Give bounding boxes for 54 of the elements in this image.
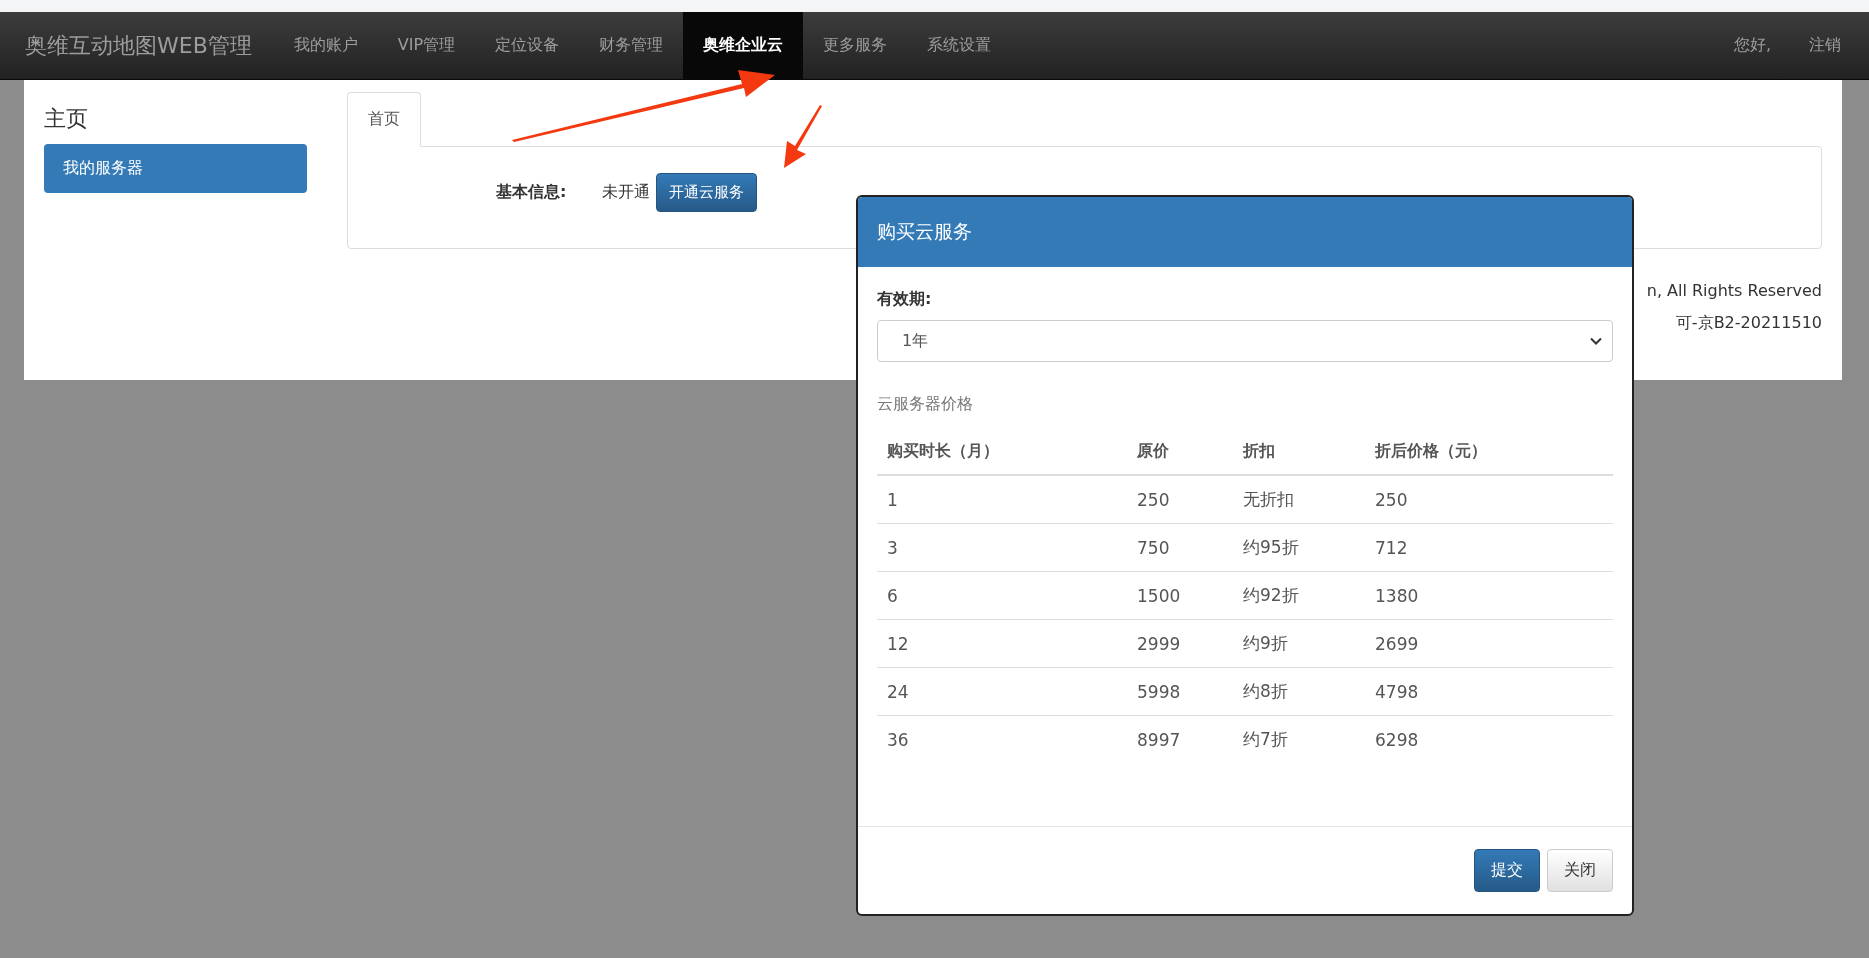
table-cell: 约7折 — [1233, 715, 1365, 763]
table-caption: 云服务器价格 — [877, 394, 974, 415]
tab[interactable]: 首页 — [347, 92, 421, 147]
info-label: 基本信息: — [496, 182, 567, 203]
table-cell: 6 — [877, 571, 1127, 620]
table-cell: 712 — [1365, 523, 1613, 572]
table-cell: 2699 — [1365, 619, 1613, 668]
table-cell: 1380 — [1365, 571, 1613, 620]
footer-text: n, All Rights Reserved — [1646, 280, 1822, 302]
table-cell: 2999 — [1127, 619, 1233, 668]
column-header: 折后价格（元） — [1365, 429, 1613, 475]
table-cell: 24 — [877, 667, 1127, 716]
submit-button[interactable]: 提交 — [1474, 849, 1540, 892]
table-cell: 约92折 — [1233, 571, 1365, 620]
column-header: 原价 — [1127, 429, 1233, 475]
nav-item[interactable]: 奥维企业云 — [683, 12, 804, 79]
table-cell: 250 — [1365, 475, 1613, 524]
column-header: 折扣 — [1233, 429, 1365, 475]
nav-item[interactable]: 财务管理 — [579, 12, 684, 79]
nav-item[interactable]: VIP管理 — [377, 12, 476, 79]
brand-link[interactable]: 奥维互动地图WEB管理 — [0, 12, 274, 79]
nav-item[interactable]: 我的账户 — [273, 12, 378, 79]
greeting-text: 您好, — [1733, 35, 1771, 56]
sidebar-title: 主页 — [44, 105, 89, 133]
nav-item[interactable]: 定位设备 — [475, 12, 580, 79]
table-cell: 约95折 — [1233, 523, 1365, 572]
nav-item[interactable]: 系统设置 — [907, 12, 1012, 79]
column-header: 购买时长（月） — [877, 429, 1127, 475]
table-cell: 12 — [877, 619, 1127, 668]
logout-link[interactable]: 注销 — [1809, 35, 1841, 56]
table-cell: 无折扣 — [1233, 475, 1365, 524]
chevron-down-icon — [1590, 337, 1602, 345]
close-button[interactable]: 关闭 — [1547, 849, 1613, 892]
table-cell: 5998 — [1127, 667, 1233, 716]
open-service-button[interactable]: 开通云服务 — [656, 173, 758, 212]
table-cell: 4798 — [1365, 667, 1613, 716]
field-label: 有效期: — [877, 289, 933, 310]
sidebar-item[interactable]: 我的服务器 — [44, 144, 307, 193]
period-select[interactable]: 1年 — [877, 320, 1613, 362]
table-cell: 1 — [877, 475, 1127, 524]
table-cell: 8997 — [1127, 715, 1233, 763]
table-cell: 3 — [877, 523, 1127, 572]
status-text: 未开通 — [602, 182, 651, 203]
table-cell: 250 — [1127, 475, 1233, 524]
arrow — [784, 105, 822, 168]
footer-text: 可-京B2-20211510 — [1675, 312, 1822, 334]
table-cell: 36 — [877, 715, 1127, 763]
nav-item[interactable]: 更多服务 — [803, 12, 908, 79]
dialog-title: 购买云服务 — [858, 197, 1632, 267]
table-cell: 约8折 — [1233, 667, 1365, 716]
table-cell: 约9折 — [1233, 619, 1365, 668]
table-cell: 1500 — [1127, 571, 1233, 620]
table-cell: 6298 — [1365, 715, 1613, 763]
table-cell: 750 — [1127, 523, 1233, 572]
